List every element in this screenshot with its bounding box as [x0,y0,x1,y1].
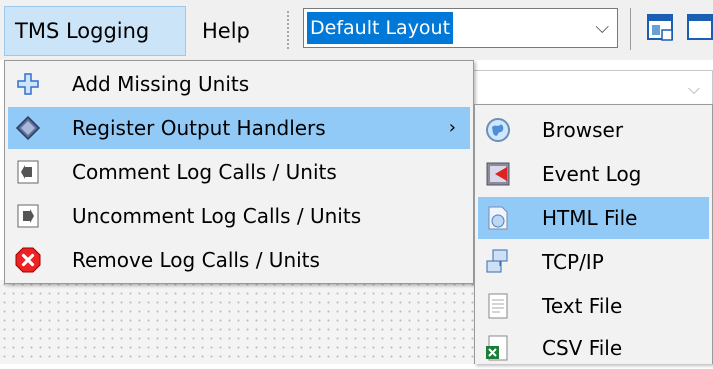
menu-item-label: Add Missing Units [72,72,250,96]
menu-item-label: Remove Log Calls / Units [72,248,320,272]
menu-item-label: CSV File [542,336,623,360]
diamond-icon [14,113,42,143]
html-file-icon [484,203,512,233]
menu-tms-logging[interactable]: TMS Logging [4,6,186,56]
text-file-icon [484,291,512,321]
menu-item-label: Comment Log Calls / Units [72,160,337,184]
menu-item-label: TCP/IP [542,250,604,274]
menu-item-register-output-handlers[interactable]: Register Output Handlers › [8,107,470,149]
layout-window-icon-2[interactable] [684,12,713,44]
menu-item-label: Browser [542,118,624,142]
menu-item-browser[interactable]: Browser [478,109,709,151]
tms-logging-menu: Add Missing Units Register Output Handle… [4,60,474,284]
menu-item-label: Uncomment Log Calls / Units [72,204,362,228]
menubar: TMS Logging Help Default Layout ⌵ [0,0,713,60]
event-log-icon [484,159,512,189]
form-designer-grid[interactable] [0,280,480,364]
menu-item-add-missing-units[interactable]: Add Missing Units [8,63,470,105]
menu-item-label: Event Log [542,162,642,186]
menu-item-label: HTML File [542,206,638,230]
chevron-down-icon[interactable]: ⌵ [688,79,700,99]
toolbar-grip[interactable] [286,10,290,50]
globe-icon [484,115,512,145]
remove-icon [14,245,42,275]
toolbar-separator [630,8,631,50]
menu-item-csv-file[interactable]: CSV File [478,327,709,369]
network-icon [484,247,512,277]
menu-item-remove-log-calls[interactable]: Remove Log Calls / Units [8,239,470,281]
csv-file-icon [484,333,512,363]
output-handlers-submenu: Browser Event Log HTML File TCP/IP Text … [474,104,713,364]
chevron-down-icon[interactable]: ⌵ [595,17,609,38]
plus-icon [14,69,42,99]
layout-combo-value: Default Layout [307,12,454,44]
menu-item-comment-log-calls[interactable]: Comment Log Calls / Units [8,151,470,193]
menu-item-html-file[interactable]: HTML File [478,197,709,239]
comment-icon [14,157,42,187]
menu-item-tcp-ip[interactable]: TCP/IP [478,241,709,283]
uncomment-icon [14,201,42,231]
menu-item-uncomment-log-calls[interactable]: Uncomment Log Calls / Units [8,195,470,237]
menu-item-label: Register Output Handlers [72,116,326,140]
layout-combo[interactable]: Default Layout ⌵ [303,8,618,48]
menu-item-text-file[interactable]: Text File [478,285,709,327]
menu-item-label: Text File [542,294,623,318]
menu-help[interactable]: Help [192,6,266,56]
menu-item-event-log[interactable]: Event Log [478,153,709,195]
layout-window-icon[interactable] [646,12,676,44]
submenu-arrow-icon: › [448,117,456,138]
property-combo[interactable]: ⌵ [470,70,713,106]
